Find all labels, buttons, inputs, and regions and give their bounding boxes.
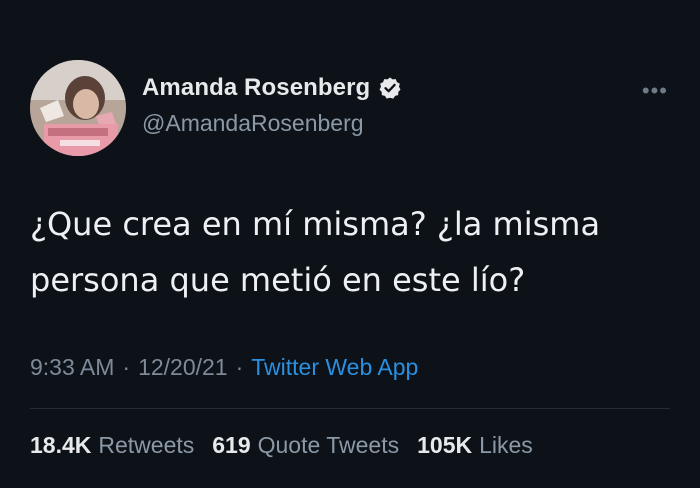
quote-tweets-label: Quote Tweets [257, 432, 400, 458]
retweets-label: Retweets [98, 432, 195, 458]
divider [30, 408, 670, 409]
likes-stat[interactable]: 105K Likes [417, 432, 533, 459]
retweets-stat[interactable]: 18.4K Retweets [30, 432, 194, 459]
author-handle[interactable]: @AmandaRosenberg [142, 110, 364, 137]
tweet-card: Amanda Rosenberg @AmandaRosenberg ••• ¿Q… [0, 0, 700, 488]
display-name[interactable]: Amanda Rosenberg [142, 74, 370, 102]
likes-count: 105K [417, 432, 473, 458]
tweet-meta: 9:33 AM · 12/20/21 · Twitter Web App [30, 354, 418, 381]
more-options-icon[interactable]: ••• [642, 78, 668, 104]
author-name-row[interactable]: Amanda Rosenberg [142, 74, 402, 102]
verified-badge-icon [378, 76, 402, 100]
tweet-text: ¿Que crea en mí misma? ¿la misma persona… [30, 205, 601, 299]
quote-tweets-stat[interactable]: 619 Quote Tweets [212, 432, 399, 459]
quote-tweets-count: 619 [212, 432, 251, 458]
meta-separator: · [122, 354, 131, 380]
tweet-date[interactable]: 12/20/21 [138, 354, 228, 381]
tweet-source-link[interactable]: Twitter Web App [251, 354, 418, 381]
engagement-stats: 18.4K Retweets 619 Quote Tweets 105K Lik… [30, 432, 533, 459]
meta-separator: · [235, 354, 244, 380]
avatar[interactable] [30, 60, 126, 156]
likes-label: Likes [479, 432, 533, 458]
avatar-photo [30, 60, 126, 156]
retweets-count: 18.4K [30, 432, 92, 458]
tweet-time[interactable]: 9:33 AM [30, 354, 114, 381]
